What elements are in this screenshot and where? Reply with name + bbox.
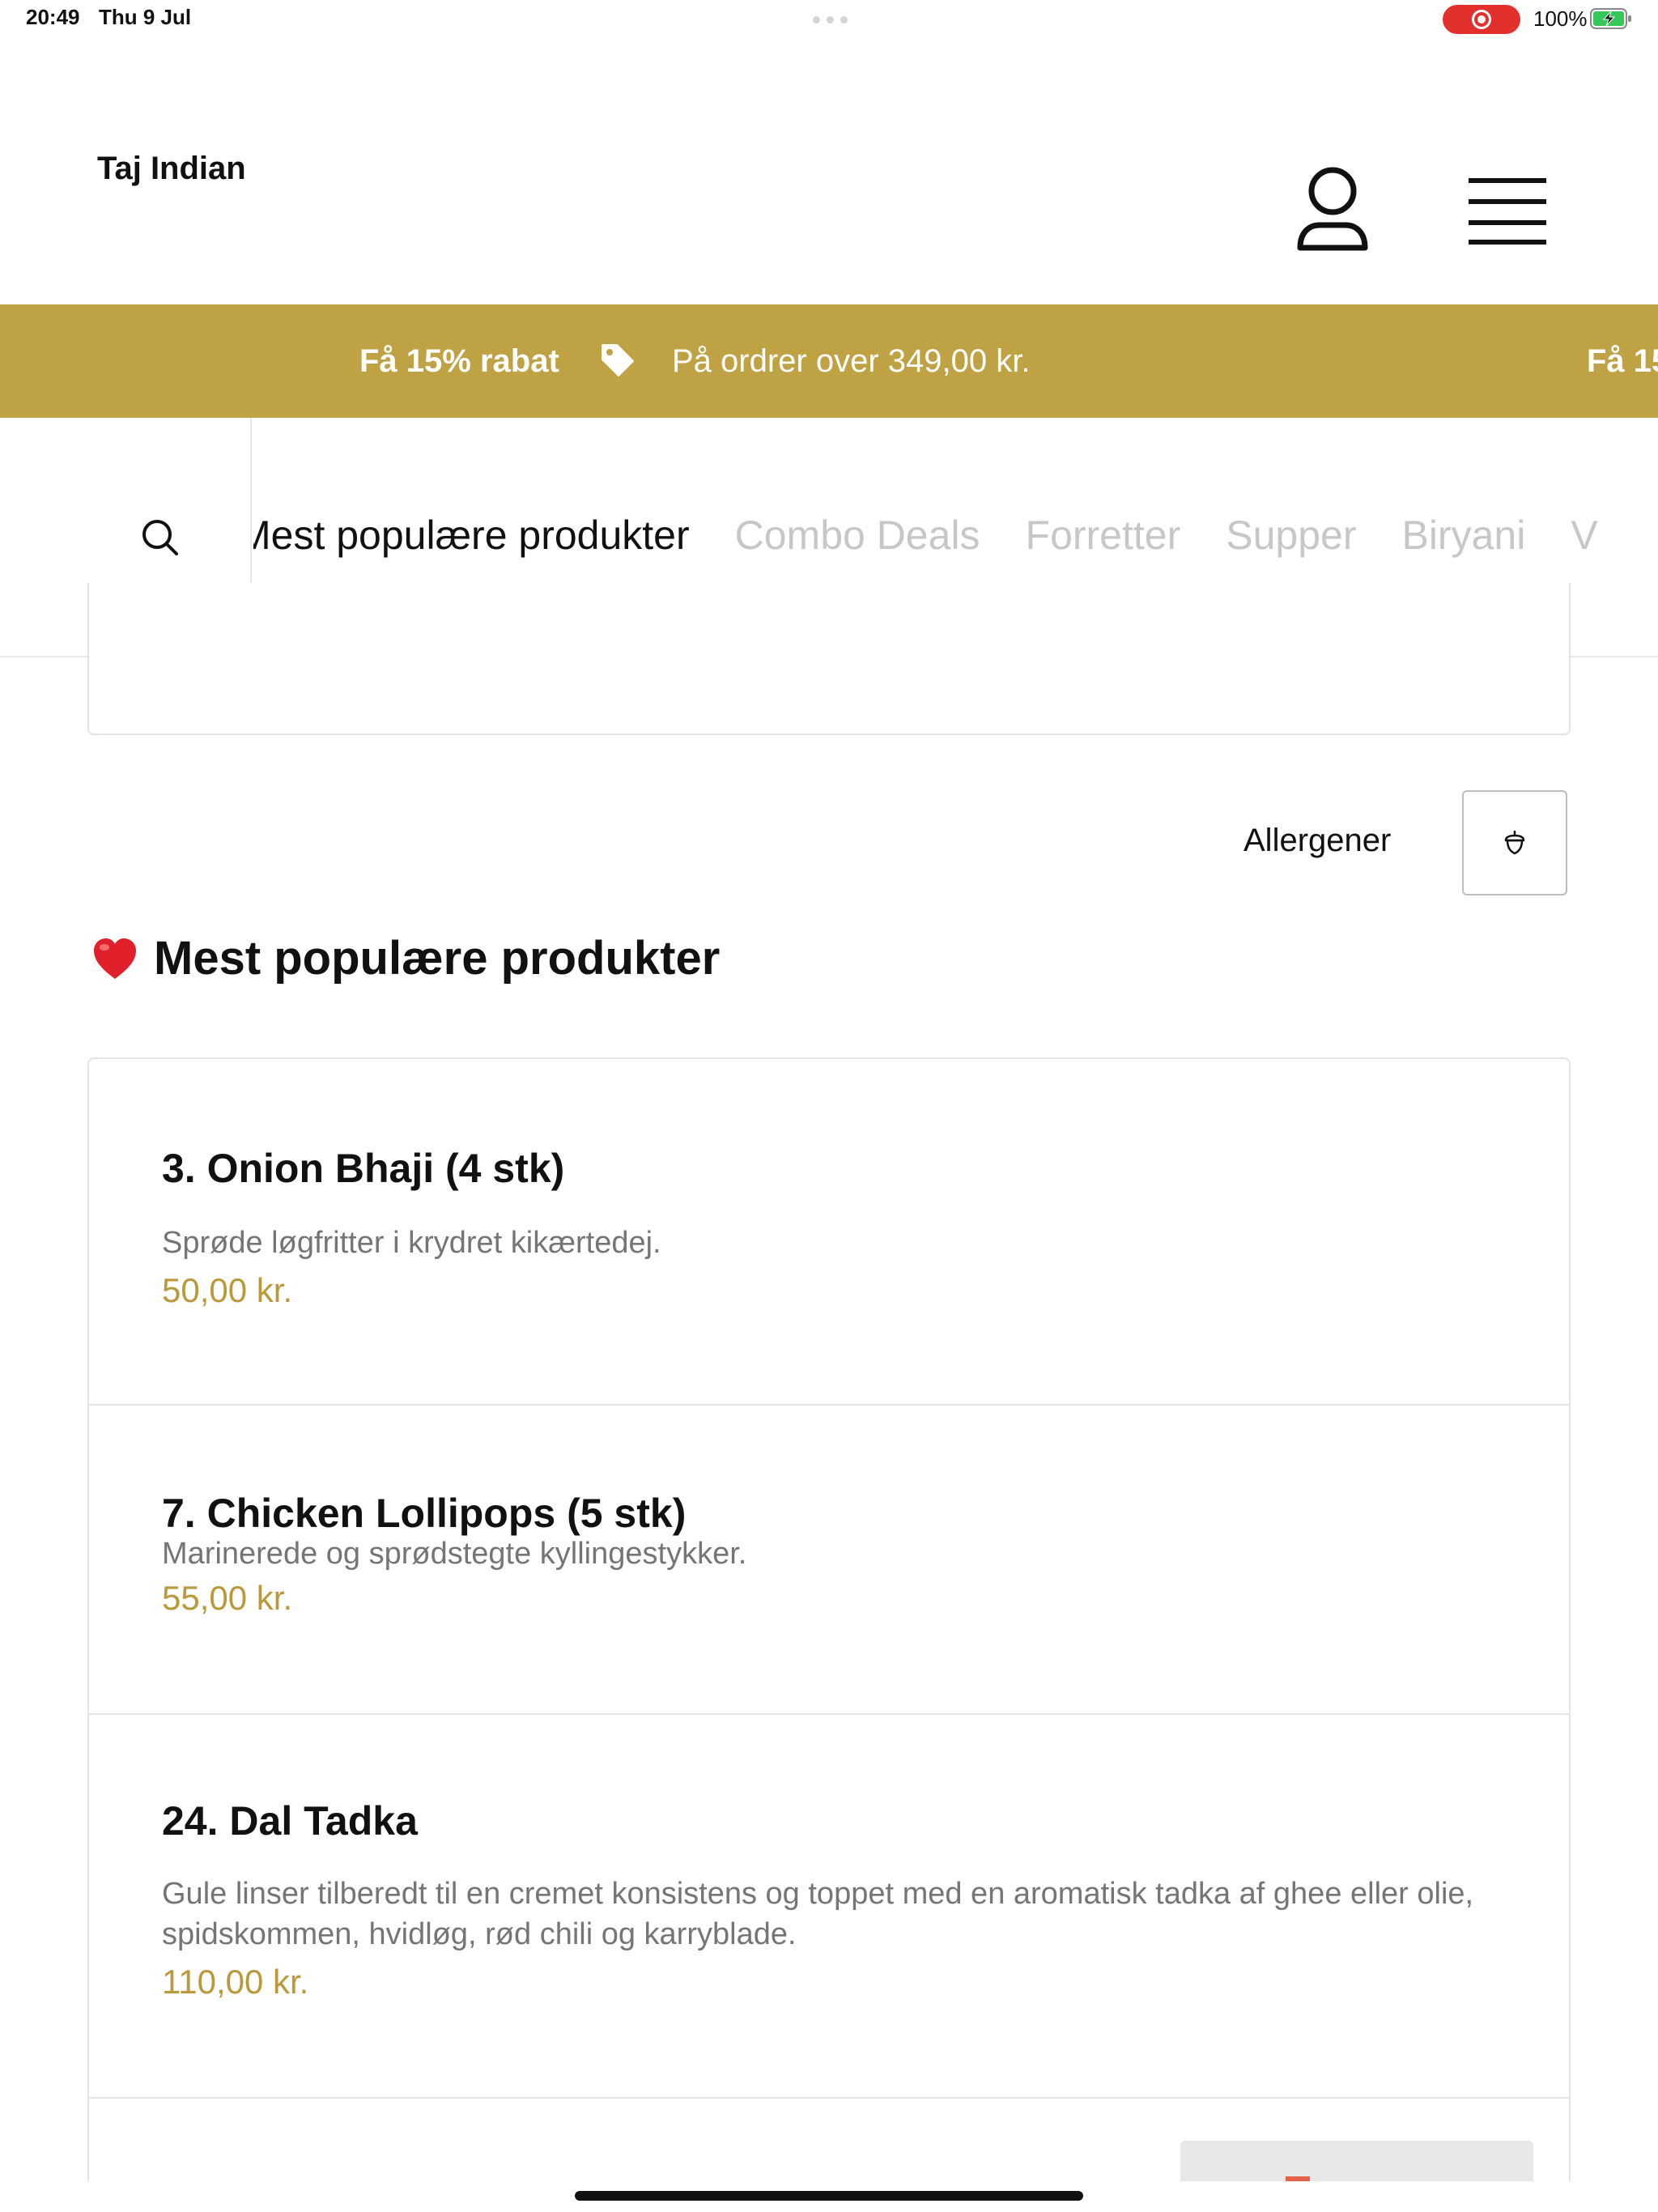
tag-icon: [602, 344, 634, 376]
info-card: [87, 583, 1571, 735]
battery-charging-icon: [1590, 8, 1631, 29]
section-title: Mest populære produkter: [154, 932, 721, 985]
product-description: Gule linser tilberedt til en cremet kons…: [162, 1877, 1474, 1951]
hamburger-menu-icon[interactable]: [1467, 177, 1548, 246]
acorn-icon: [1504, 831, 1525, 855]
section-heading: Mest populære produkter: [91, 931, 720, 985]
heart-icon: [94, 938, 136, 979]
status-bar: 20:49 Thu 9 Jul 100%: [0, 0, 1658, 39]
category-tab[interactable]: Supper: [1226, 512, 1356, 559]
promo-condition: På ordrer over 349,00 kr.: [672, 343, 1031, 379]
product-card[interactable]: 3. Onion Bhaji (4 stk) Sprøde løgfritter…: [89, 1059, 1569, 1406]
category-tab[interactable]: V: [1571, 512, 1597, 559]
screen-recording-indicator[interactable]: [1443, 5, 1520, 34]
product-card[interactable]: 24. Dal Tadka Gule linser tilberedt til …: [89, 1715, 1569, 2099]
home-indicator[interactable]: [575, 2191, 1083, 2201]
product-name: 7. Chicken Lollipops (5 stk): [162, 1491, 687, 1536]
promo-banner: Få 15% rabat På ordrer over 349,00 kr. F…: [0, 304, 1658, 418]
product-price: 50,00 kr.: [162, 1271, 293, 1309]
search-icon: [142, 520, 178, 555]
promo-discount: Få 15% rabat: [359, 343, 559, 379]
brand-name[interactable]: Taj Indian: [97, 151, 246, 187]
product-description: Marinerede og sprødstegte kyllingestykke…: [162, 1537, 747, 1571]
category-tab[interactable]: Forretter: [1026, 512, 1181, 559]
product-name: 24. Dal Tadka: [162, 1798, 418, 1844]
product-name: 3. Onion Bhaji (4 stk): [162, 1146, 565, 1191]
product-price: 110,00 kr.: [162, 1963, 309, 2001]
allergens-button[interactable]: [1462, 790, 1567, 895]
user-icon[interactable]: [1295, 167, 1370, 256]
status-time: 20:49: [26, 5, 80, 29]
product-list: 3. Onion Bhaji (4 stk) Sprøde løgfritter…: [87, 1057, 1571, 2212]
allergens-label: Allergener: [1244, 823, 1392, 858]
product-card[interactable]: 7. Chicken Lollipops (5 stk) Marinerede …: [89, 1406, 1569, 1715]
promo-discount-repeat: Få 15: [1587, 343, 1658, 379]
category-tab[interactable]: Mest populære produkter: [253, 512, 690, 559]
multitasking-dots-icon[interactable]: [813, 16, 848, 23]
record-icon: [1472, 10, 1491, 29]
status-date: Thu 9 Jul: [99, 5, 192, 29]
battery-percent: 100%: [1533, 6, 1588, 31]
product-price: 55,00 kr.: [162, 1579, 293, 1617]
category-list: Mest populære produkter Combo Deals Forret…: [253, 512, 1598, 559]
site-header: Taj Indian: [0, 39, 1658, 304]
product-description: Sprøde løgfritter i krydret kikærtedej.: [162, 1226, 661, 1260]
category-tab[interactable]: Combo Deals: [735, 512, 980, 559]
category-tab[interactable]: Biryani: [1401, 512, 1525, 559]
